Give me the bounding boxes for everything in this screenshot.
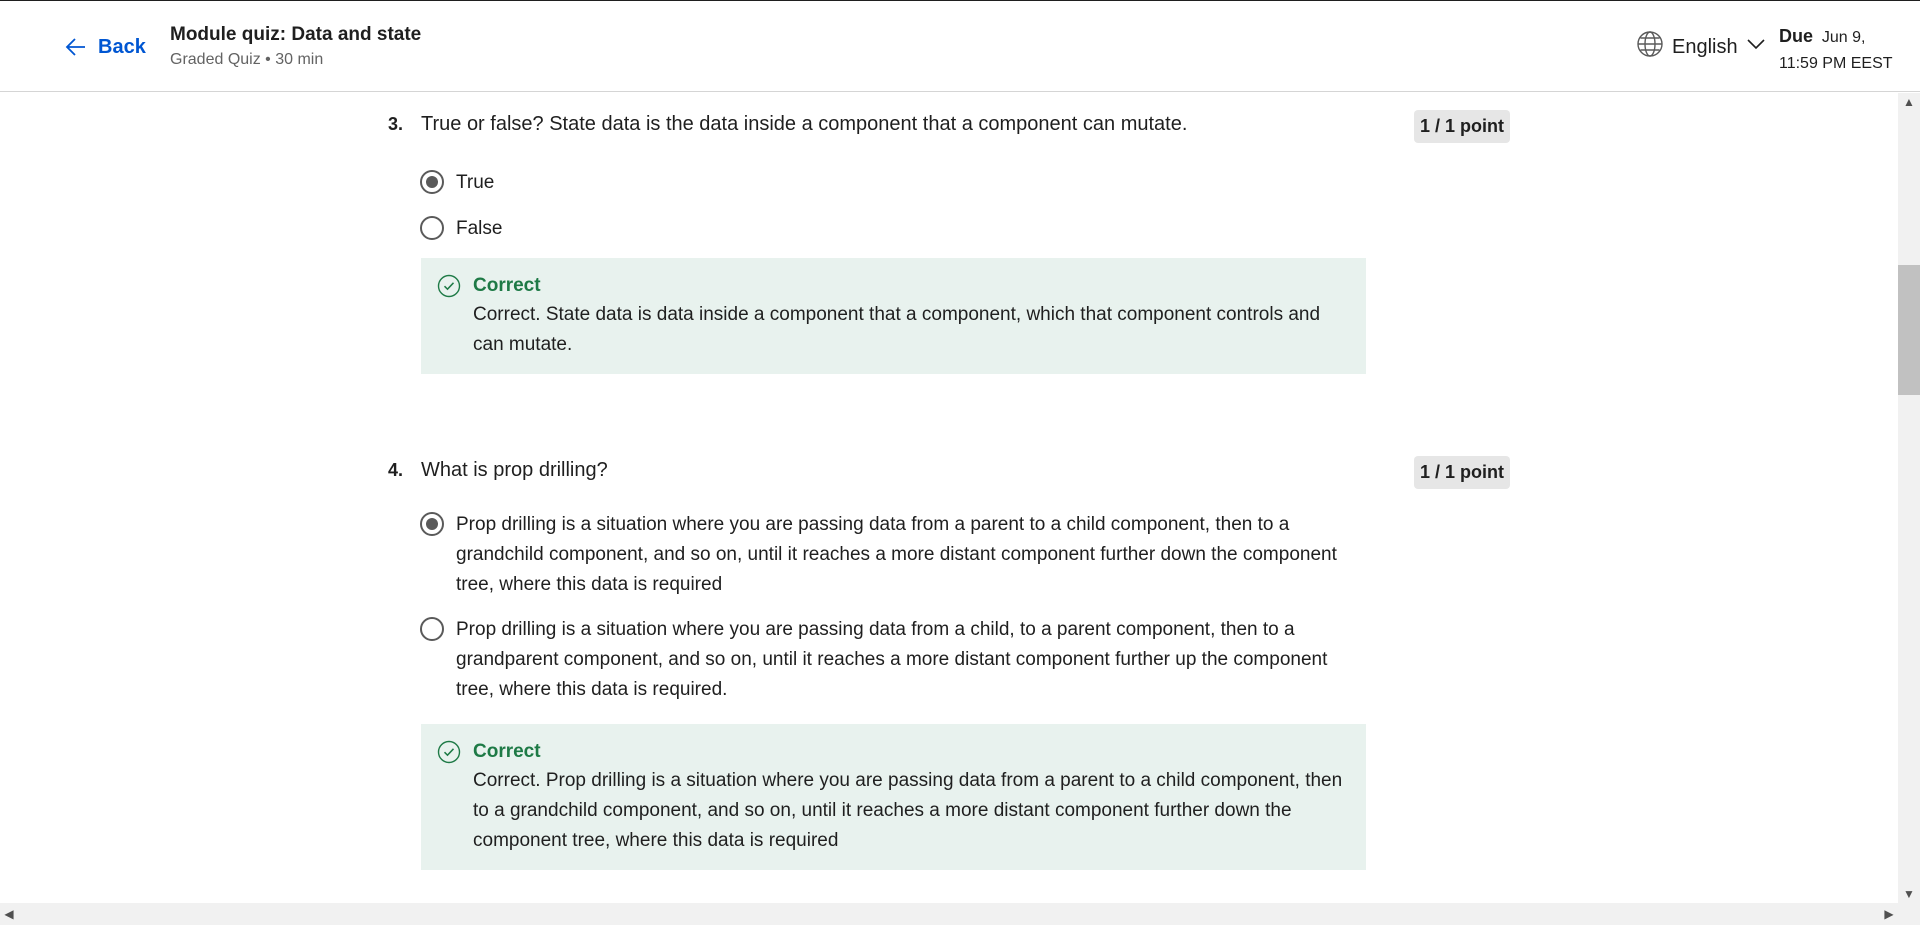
points-badge: 1 / 1 point	[1414, 456, 1511, 489]
option-label: Prop drilling is a situation where you a…	[456, 514, 1337, 595]
option-false[interactable]: False	[420, 214, 1360, 244]
option-label: True	[456, 172, 495, 193]
option-true[interactable]: True	[420, 168, 1360, 198]
arrow-left-icon	[64, 35, 88, 59]
question-number: 4.	[388, 460, 404, 480]
chevron-down-icon	[1746, 34, 1766, 60]
feedback-title: Correct	[473, 275, 541, 296]
feedback-panel: Correct Correct. State data is data insi…	[421, 258, 1366, 374]
option-label: Prop drilling is a situation where you a…	[456, 619, 1328, 700]
option-parent-to-child[interactable]: Prop drilling is a situation where you a…	[420, 510, 1360, 600]
radio-button[interactable]	[420, 617, 444, 641]
question-text: True or false? State data is the data in…	[421, 113, 1188, 135]
scroll-left-icon[interactable]: ◀	[0, 903, 18, 925]
question-text: What is prop drilling?	[421, 459, 608, 481]
back-label: Back	[98, 35, 146, 58]
scroll-up-icon[interactable]: ▲	[1898, 93, 1920, 111]
option-label: False	[456, 218, 503, 239]
check-circle-icon	[437, 274, 461, 303]
due-label: Due	[1779, 26, 1814, 46]
feedback-title: Correct	[473, 741, 541, 762]
quiz-subtitle: Graded Quiz • 30 min	[170, 51, 324, 68]
vertical-scrollbar[interactable]: ▲ ▼	[1898, 93, 1920, 903]
question-number: 3.	[388, 114, 404, 134]
horizontal-scrollbar[interactable]: ◀ ▶	[0, 903, 1920, 925]
scrollbar-thumb[interactable]	[1898, 265, 1920, 395]
feedback-panel: Correct Correct. Prop drilling is a situ…	[421, 724, 1366, 870]
scroll-down-icon[interactable]: ▼	[1898, 885, 1920, 903]
feedback-text: Correct. Prop drilling is a situation wh…	[473, 770, 1343, 851]
language-label: English	[1672, 35, 1738, 58]
points-badge: 1 / 1 point	[1414, 110, 1511, 143]
scroll-right-icon[interactable]: ▶	[1880, 903, 1898, 925]
top-bar: Back Module quiz: Data and state Graded …	[0, 0, 1920, 92]
language-selector[interactable]: English	[1636, 31, 1766, 63]
radio-button[interactable]	[420, 216, 444, 240]
radio-button[interactable]	[420, 512, 444, 536]
quiz-content: 3. True or false? State data is the data…	[0, 93, 1898, 903]
radio-button[interactable]	[420, 170, 444, 194]
page-title: Module quiz: Data and state	[170, 24, 422, 45]
due-date: Due Jun 9, 11:59 PM EEST	[1779, 23, 1899, 77]
feedback-text: Correct. State data is data inside a com…	[473, 304, 1321, 355]
back-button[interactable]: Back	[64, 31, 146, 63]
globe-icon	[1636, 30, 1664, 64]
check-circle-icon	[437, 740, 461, 769]
quiz-title-block: Module quiz: Data and state Graded Quiz …	[170, 23, 421, 71]
option-child-to-parent[interactable]: Prop drilling is a situation where you a…	[420, 615, 1360, 705]
